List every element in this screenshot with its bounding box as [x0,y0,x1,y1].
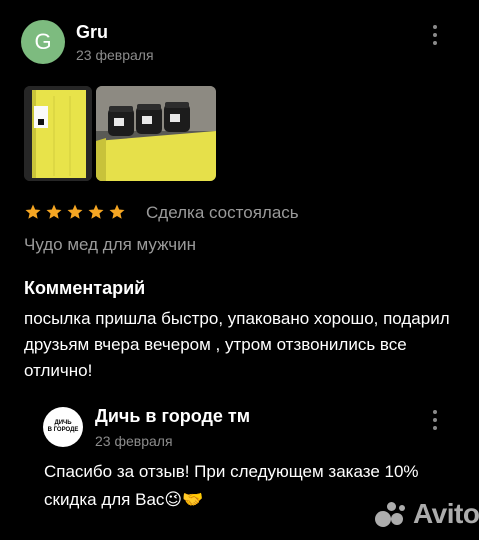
star-icon [46,204,62,219]
comment-heading: Комментарий [24,278,146,298]
seller-logo-line-2: В ГОРОДЕ [47,427,79,433]
reviewer-name[interactable]: Gru [76,22,108,43]
reviewer-avatar[interactable]: G [21,20,65,64]
review-more-options-icon[interactable] [432,25,438,45]
item-title[interactable]: Чудо мед для мужчин [24,235,196,255]
star-icon [88,204,104,219]
seller-name[interactable]: Дичь в городе тм [95,406,250,427]
review-photo-2[interactable] [96,86,216,181]
deal-status: Сделка состоялась [146,203,299,222]
avito-watermark: Avito [373,498,479,530]
seller-avatar[interactable]: ДИЧЬ В ГОРОДЕ [43,407,83,447]
comment-text: посылка пришла быстро, упаковано хорошо,… [24,309,450,380]
review-photo-1[interactable] [24,86,92,181]
reply-more-options-icon[interactable] [432,410,438,430]
reply-date: 23 февраля [95,433,173,449]
star-icon [67,204,83,219]
star-icon [25,204,41,219]
seller-logo-line-1: ДИЧЬ [54,420,72,426]
star-icon [109,204,125,219]
avito-logo-icon [373,499,407,529]
rating-stars [24,203,126,221]
review-date: 23 февраля [76,47,154,63]
avito-wordmark: Avito [413,498,479,529]
